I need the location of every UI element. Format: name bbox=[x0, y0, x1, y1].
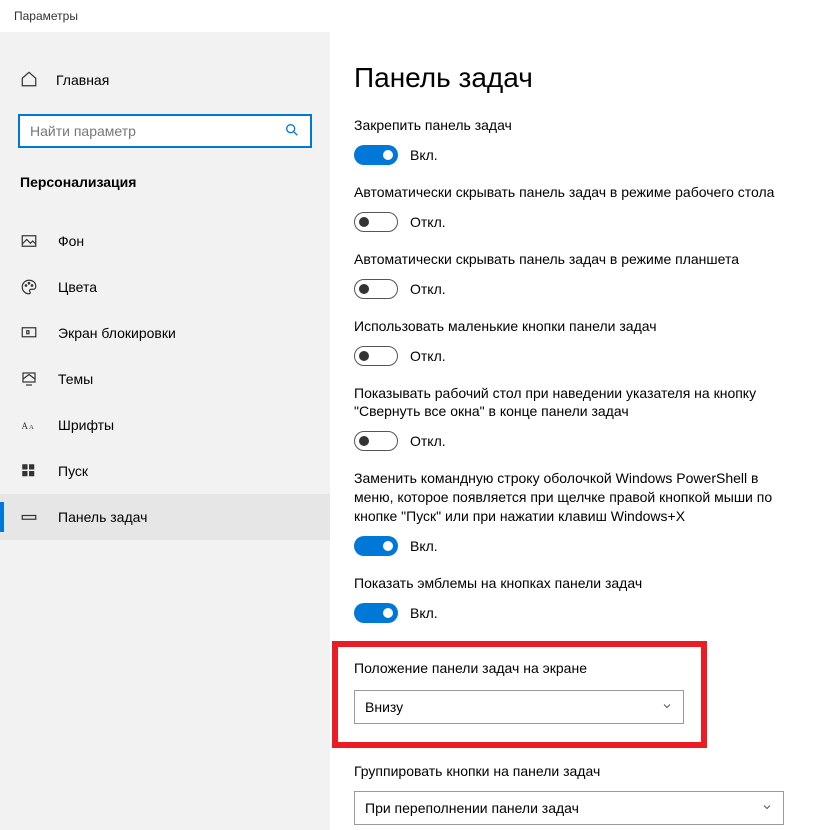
sidebar-item-themes[interactable]: Темы bbox=[0, 356, 330, 402]
sidebar-item-fonts[interactable]: AA Шрифты bbox=[0, 402, 330, 448]
setting-peek-desktop: Показывать рабочий стол при наведении ук… bbox=[354, 384, 797, 452]
category-label: Персонализация bbox=[0, 154, 330, 200]
toggle-state: Откл. bbox=[410, 281, 446, 297]
home-icon bbox=[20, 70, 38, 91]
lockscreen-icon bbox=[20, 324, 38, 342]
sidebar-item-start[interactable]: Пуск bbox=[0, 448, 330, 494]
setting-label: Группировать кнопки на панели задач bbox=[354, 762, 794, 781]
sidebar-item-label: Экран блокировки bbox=[58, 325, 176, 341]
sidebar-item-background[interactable]: Фон bbox=[0, 218, 330, 264]
setting-label: Использовать маленькие кнопки панели зад… bbox=[354, 317, 794, 336]
sidebar-item-label: Темы bbox=[58, 371, 93, 387]
svg-text:A: A bbox=[29, 424, 34, 431]
setting-autohide-tablet: Автоматически скрывать панель задач в ре… bbox=[354, 250, 797, 299]
main-area: Главная Персонализация Фон Цвета bbox=[0, 32, 821, 830]
window-titlebar: Параметры bbox=[0, 0, 821, 32]
sidebar-item-label: Панель задач bbox=[58, 509, 147, 525]
sidebar-item-label: Цвета bbox=[58, 279, 97, 295]
home-button[interactable]: Главная bbox=[0, 60, 330, 100]
dropdown-value: При переполнении панели задач bbox=[365, 800, 579, 816]
toggle-badges[interactable] bbox=[354, 603, 398, 623]
toggle-state: Откл. bbox=[410, 433, 446, 449]
dropdown-value: Внизу bbox=[365, 699, 403, 715]
toggle-small-buttons[interactable] bbox=[354, 346, 398, 366]
highlight-box: Положение панели задач на экране Внизу bbox=[332, 641, 707, 748]
picture-icon bbox=[20, 232, 38, 250]
setting-label: Положение панели задач на экране bbox=[354, 659, 685, 678]
window-title: Параметры bbox=[14, 9, 78, 23]
sidebar-item-taskbar[interactable]: Панель задач bbox=[0, 494, 330, 540]
palette-icon bbox=[20, 278, 38, 296]
sidebar: Главная Персонализация Фон Цвета bbox=[0, 32, 330, 830]
toggle-state: Вкл. bbox=[410, 147, 438, 163]
chevron-down-icon bbox=[761, 800, 773, 816]
setting-small-buttons: Использовать маленькие кнопки панели зад… bbox=[354, 317, 797, 366]
setting-label: Закрепить панель задач bbox=[354, 116, 794, 135]
fonts-icon: AA bbox=[20, 416, 38, 434]
start-icon bbox=[20, 462, 38, 480]
toggle-powershell[interactable] bbox=[354, 536, 398, 556]
search-icon bbox=[284, 122, 300, 141]
setting-label: Показать эмблемы на кнопках панели задач bbox=[354, 574, 794, 593]
sidebar-item-label: Шрифты bbox=[58, 417, 114, 433]
dropdown-taskbar-position[interactable]: Внизу bbox=[354, 690, 684, 724]
toggle-state: Вкл. bbox=[410, 605, 438, 621]
toggle-state: Откл. bbox=[410, 348, 446, 364]
toggle-state: Вкл. bbox=[410, 538, 438, 554]
nav-list: Фон Цвета Экран блокировки Темы bbox=[0, 218, 330, 540]
setting-grouping: Группировать кнопки на панели задач При … bbox=[354, 762, 797, 825]
setting-label: Автоматически скрывать панель задач в ре… bbox=[354, 183, 794, 202]
setting-autohide-desktop: Автоматически скрывать панель задач в ре… bbox=[354, 183, 797, 232]
toggle-autohide-desktop[interactable] bbox=[354, 212, 398, 232]
page-title: Панель задач bbox=[354, 62, 797, 94]
content-pane: Панель задач Закрепить панель задач Вкл.… bbox=[330, 32, 821, 830]
setting-label: Автоматически скрывать панель задач в ре… bbox=[354, 250, 794, 269]
taskbar-icon bbox=[20, 508, 38, 526]
sidebar-item-label: Фон bbox=[58, 233, 84, 249]
setting-lock-taskbar: Закрепить панель задач Вкл. bbox=[354, 116, 797, 165]
setting-powershell: Заменить командную строку оболочкой Wind… bbox=[354, 469, 797, 556]
sidebar-item-colors[interactable]: Цвета bbox=[0, 264, 330, 310]
home-label: Главная bbox=[56, 72, 109, 88]
setting-label: Заменить командную строку оболочкой Wind… bbox=[354, 469, 794, 526]
search-input[interactable] bbox=[30, 123, 284, 139]
setting-badges: Показать эмблемы на кнопках панели задач… bbox=[354, 574, 797, 623]
toggle-autohide-tablet[interactable] bbox=[354, 279, 398, 299]
toggle-lock-taskbar[interactable] bbox=[354, 145, 398, 165]
setting-label: Показывать рабочий стол при наведении ук… bbox=[354, 384, 794, 422]
sidebar-item-label: Пуск bbox=[58, 463, 88, 479]
chevron-down-icon bbox=[661, 699, 673, 715]
search-box[interactable] bbox=[18, 114, 312, 148]
toggle-state: Откл. bbox=[410, 214, 446, 230]
toggle-peek-desktop[interactable] bbox=[354, 431, 398, 451]
sidebar-item-lockscreen[interactable]: Экран блокировки bbox=[0, 310, 330, 356]
dropdown-grouping[interactable]: При переполнении панели задач bbox=[354, 791, 784, 825]
themes-icon bbox=[20, 370, 38, 388]
svg-text:A: A bbox=[22, 421, 29, 431]
